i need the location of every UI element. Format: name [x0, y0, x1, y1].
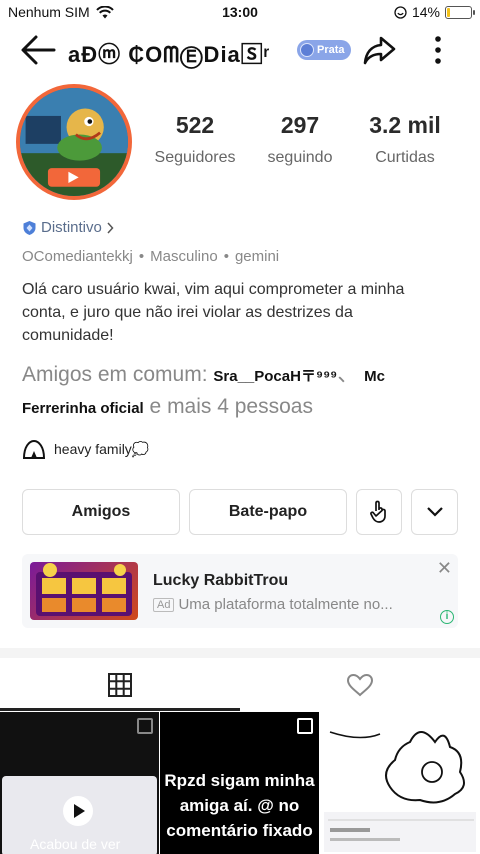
image-icon — [137, 718, 153, 734]
more-vertical-icon[interactable] — [428, 34, 448, 66]
chevron-right-icon — [107, 221, 114, 234]
drawing-image — [324, 731, 476, 852]
expand-button[interactable] — [411, 489, 458, 535]
arrow-left-icon[interactable] — [20, 34, 56, 66]
following-label: seguindo — [267, 149, 333, 166]
followers-count: 522 — [175, 112, 215, 138]
poke-button[interactable] — [356, 489, 402, 535]
play-icon[interactable] — [63, 796, 93, 826]
mutual-separator: 、 — [337, 363, 359, 386]
section-divider — [0, 648, 480, 658]
share-icon[interactable] — [362, 34, 396, 66]
family-name: heavy family💭 — [54, 440, 150, 457]
shield-icon — [23, 220, 36, 235]
gender: Masculino — [150, 248, 218, 265]
mutual-friend-1[interactable]: Sra__PocaH〒⁹⁹⁹ — [213, 368, 337, 385]
ad-tag: Ad — [153, 597, 175, 612]
ad-title: Lucky RabbitTrou — [153, 572, 289, 589]
ad-thumbnail — [30, 562, 138, 620]
friends-button[interactable]: Amigos — [22, 489, 180, 535]
ad-banner[interactable]: Lucky RabbitTrou Ad Uma plataforma total… — [22, 554, 458, 628]
profile-header: aÐⓜ ₵OᗰⒺDia🅂ʳ Prata — [0, 28, 480, 72]
avatar[interactable] — [16, 84, 132, 200]
content-tabs — [0, 658, 480, 712]
post-thumbnail[interactable]: Acabou de ver — [0, 712, 159, 854]
post-thumbnail[interactable]: Rpzd sigam minha amiga aí. @ no comentár… — [160, 712, 319, 854]
grid-icon — [108, 673, 132, 697]
status-bar: Nenhum SIM 13:00 14% — [0, 0, 480, 26]
likes-stat[interactable]: 3.2 mil Curtidas — [350, 112, 460, 167]
username: OComediantekkj — [22, 248, 133, 265]
tier-icon — [300, 43, 314, 57]
badge-label: Distintivo — [41, 219, 102, 236]
badge-link[interactable]: Distintivo — [22, 219, 114, 236]
following-stat[interactable]: 297 seguindo — [245, 112, 355, 167]
likes-label: Curtidas — [375, 149, 435, 166]
orientation-lock-icon — [394, 5, 407, 19]
chevron-down-icon — [426, 507, 443, 517]
mutual-friends-suffix: e mais 4 pessoas — [143, 395, 313, 418]
watched-label: Acabou de ver — [30, 836, 121, 852]
mutual-friends[interactable]: Amigos em comum: Sra__PocaH〒⁹⁹⁹、 Mc Ferr… — [22, 360, 462, 424]
avatar-image — [20, 88, 128, 196]
hand-pointer-icon — [370, 500, 386, 523]
tier-label: Prata — [317, 44, 345, 56]
close-icon[interactable]: ✕ — [437, 558, 452, 579]
zodiac-sign: gemini — [234, 248, 280, 265]
profile-stats: 522 Seguidores 297 seguindo 3.2 mil Curt… — [140, 112, 470, 172]
image-icon — [297, 718, 313, 734]
following-count: 297 — [280, 112, 320, 138]
profile-meta: OComediantekkj • Masculino • gemini — [22, 248, 280, 265]
post-thumbnail[interactable] — [320, 712, 479, 854]
posts-grid: Acabou de ver Rpzd sigam minha amiga aí.… — [0, 712, 480, 854]
family-link[interactable]: heavy family💭 — [22, 438, 149, 460]
heart-icon — [346, 673, 374, 697]
followers-stat[interactable]: 522 Seguidores — [140, 112, 250, 167]
tab-liked[interactable] — [240, 658, 480, 712]
slot-game-image — [36, 563, 132, 616]
family-house-icon — [22, 439, 46, 459]
battery-percent: 14% — [411, 4, 440, 20]
profile-display-name: aÐⓜ ₵OᗰⒺDia🅂ʳ — [68, 42, 271, 67]
post-text: Rpzd sigam minha amiga aí. @ no comentár… — [164, 771, 315, 840]
battery-icon — [445, 5, 475, 19]
tier-badge[interactable]: Prata — [297, 40, 351, 60]
followers-label: Seguidores — [154, 149, 236, 166]
profile-actions: Amigos Bate-papo — [22, 489, 458, 535]
profile-bio: Olá caro usuário kwai, vim aqui comprome… — [22, 281, 405, 344]
active-tab-indicator — [0, 708, 240, 711]
mutual-friends-prefix: Amigos em comum: — [22, 363, 214, 386]
info-icon[interactable]: i — [440, 610, 454, 624]
chat-button[interactable]: Bate-papo — [189, 489, 347, 535]
tab-posts[interactable] — [0, 658, 240, 712]
ad-description: Uma plataforma totalmente no... — [178, 596, 393, 613]
likes-count: 3.2 mil — [369, 112, 441, 138]
